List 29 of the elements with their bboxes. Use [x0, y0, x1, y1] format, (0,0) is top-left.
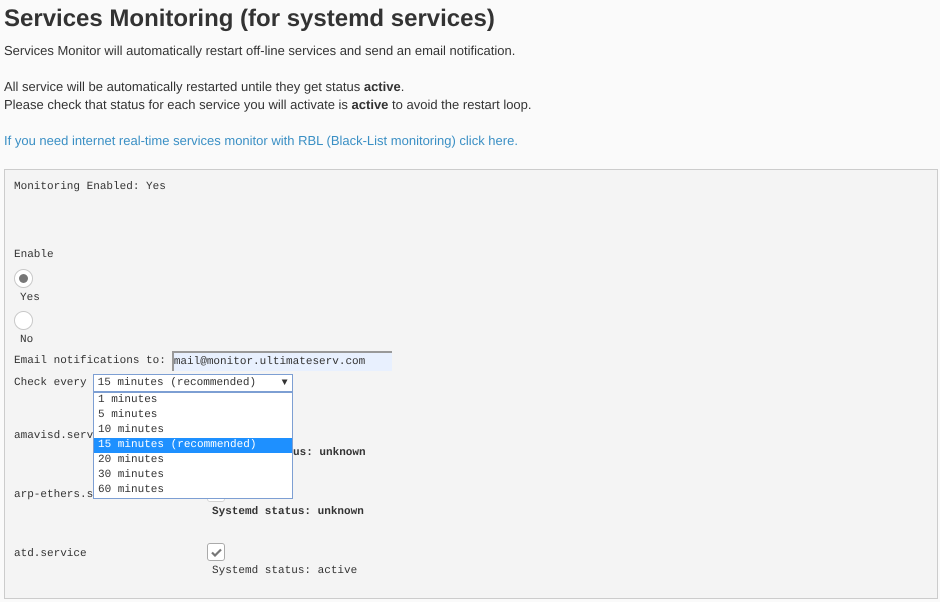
note-text: Please check that status for each service you will activate is active to avoid the restart loop. — [4, 96, 533, 114]
intro-text: Services Monitor will automatically restart off-line services and send an email notification. — [4, 42, 516, 60]
service-status: Systemd status: active — [212, 564, 358, 578]
dropdown-option[interactable]: 30 minutes — [94, 468, 292, 483]
dropdown-option[interactable]: 5 minutes — [94, 408, 292, 423]
check-icon — [210, 548, 222, 556]
radio-label: No — [20, 333, 34, 347]
caret-icon: ▼ — [282, 376, 288, 390]
email-field[interactable]: mail@monitor.ultimateserv.com — [172, 351, 392, 371]
enable-label: Enable — [14, 248, 55, 263]
dropdown-option[interactable]: 20 minutes — [94, 453, 292, 468]
check-every-label: Check every — [14, 376, 87, 391]
dropdown-option[interactable]: 10 minutes — [94, 423, 292, 438]
monitoring-status: Monitoring Enabled: Yes — [14, 180, 167, 195]
note-text: All service will be automatically restarted untile they get status active. — [4, 78, 406, 96]
service-status: Systemd status: unknown — [212, 505, 364, 519]
radio-button[interactable] — [14, 269, 33, 288]
checkbox[interactable] — [207, 543, 225, 561]
radio-label: Yes — [20, 291, 41, 305]
interval-dropdown[interactable]: 15 minutes (recommended) ▼ — [92, 374, 293, 392]
service-name: atd.service — [14, 548, 87, 560]
page-title: Services Monitoring (for systemd services) — [4, 4, 496, 34]
dropdown-option[interactable]: 60 minutes — [94, 483, 292, 498]
service-status: us: unknown — [293, 446, 366, 460]
email-label: Email notifications to: — [14, 354, 166, 369]
service-name: arp-ethers.s — [14, 489, 94, 501]
service-name: amavisd.serv — [14, 430, 94, 442]
dropdown-option[interactable]: 1 minutes — [94, 393, 292, 408]
radio-button[interactable] — [14, 311, 33, 330]
